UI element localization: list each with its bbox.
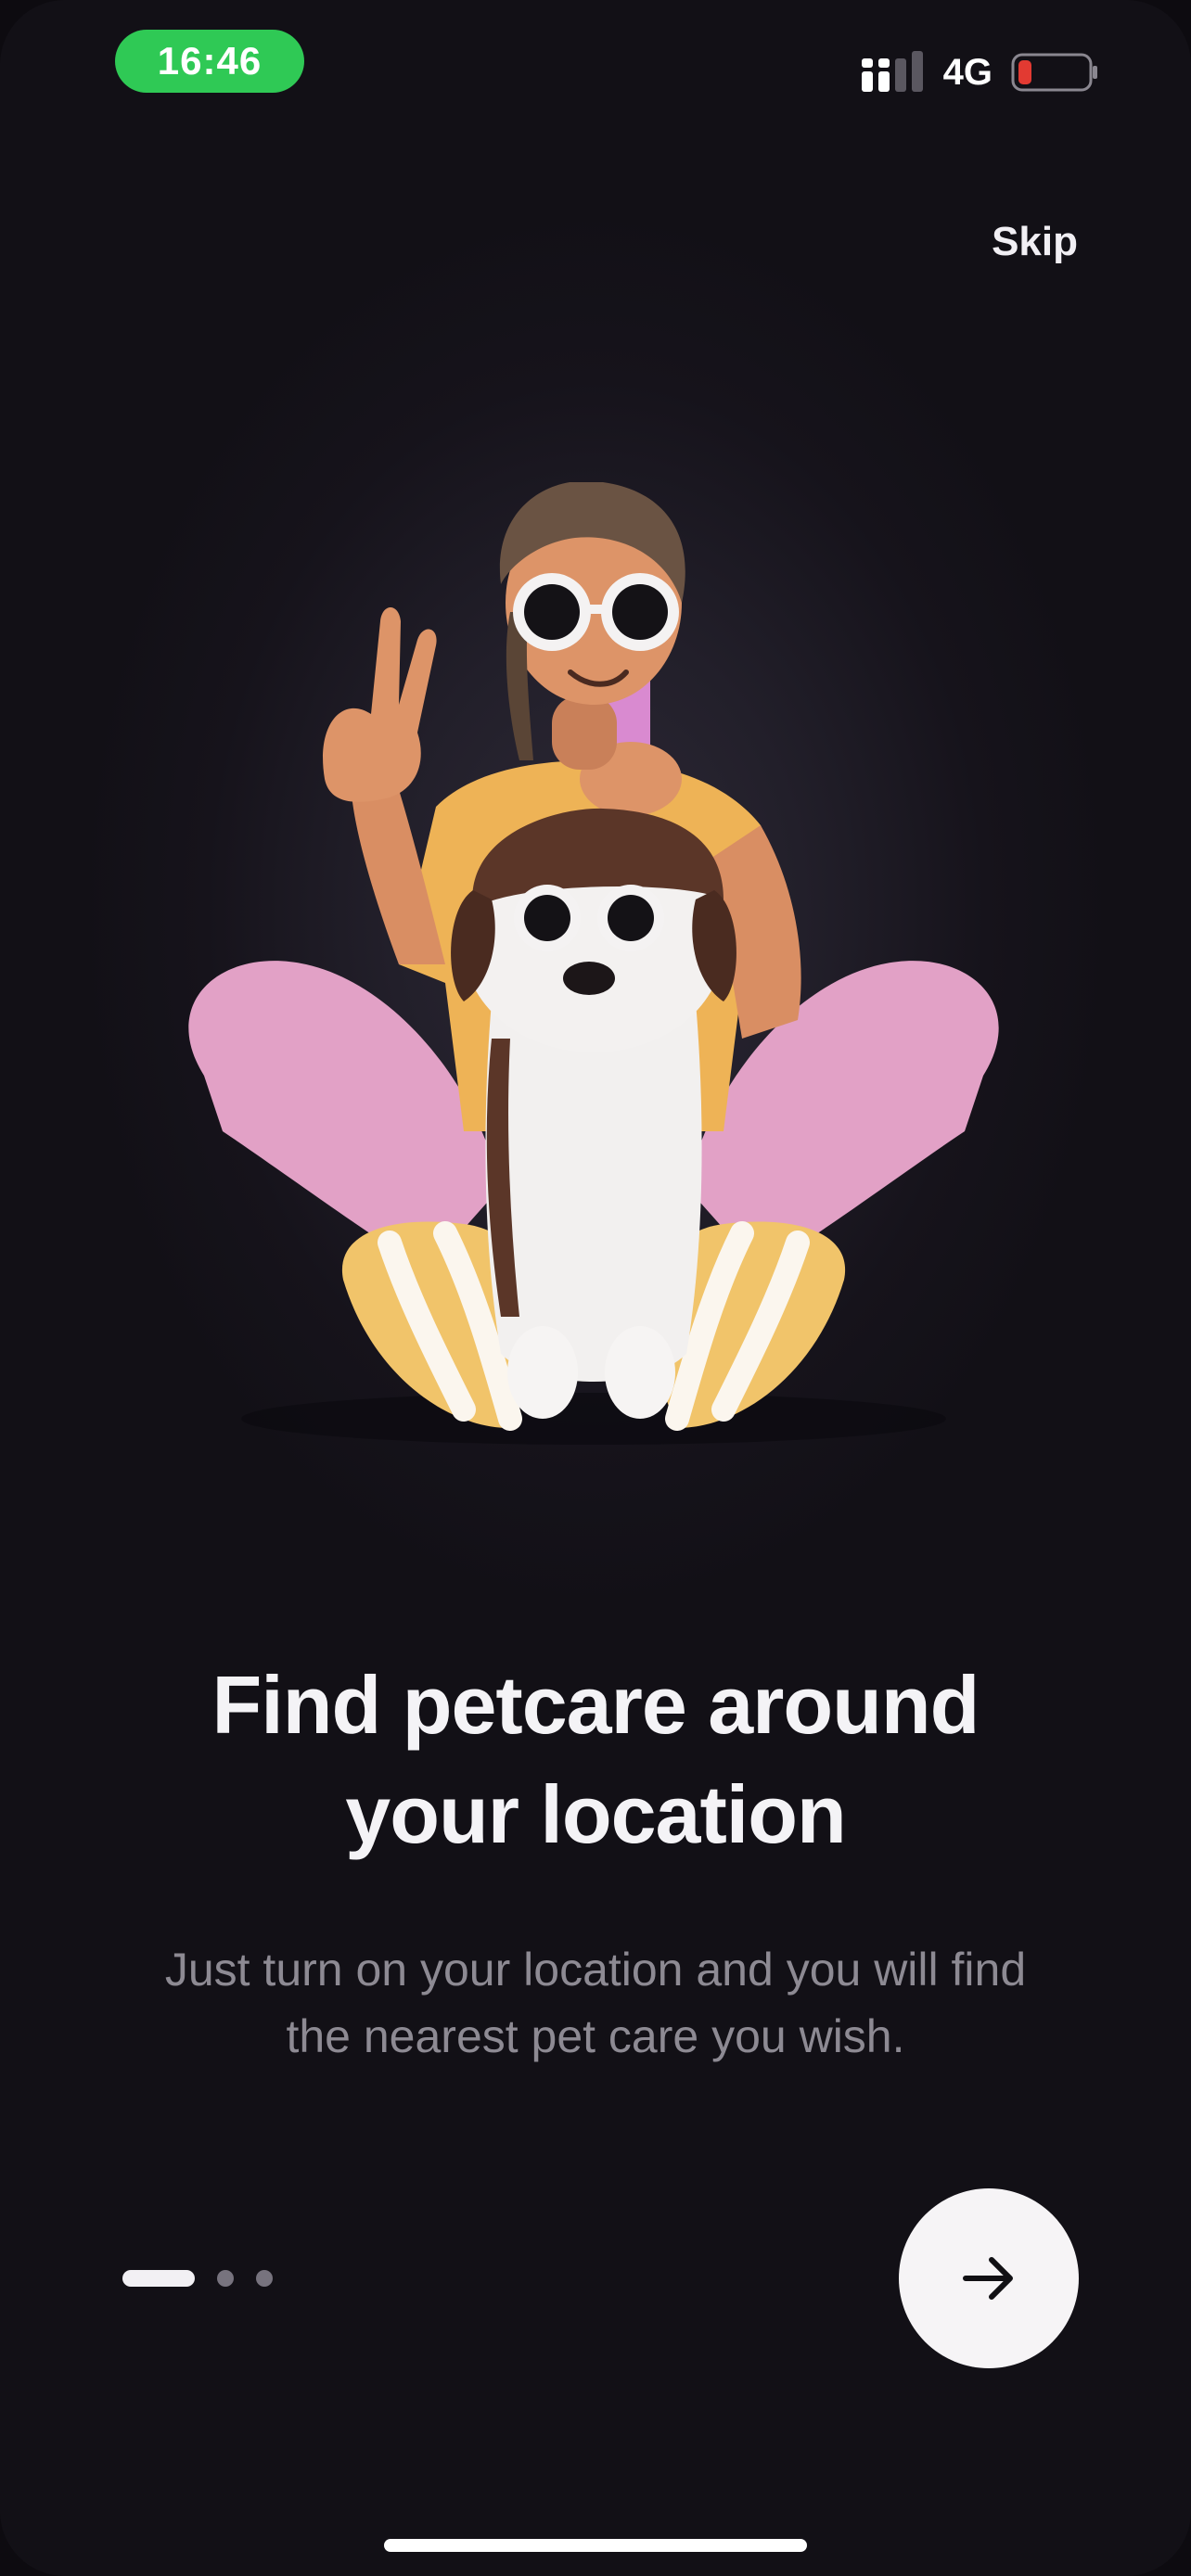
skip-label: Skip [992, 219, 1078, 264]
home-indicator[interactable] [384, 2539, 807, 2552]
floor-shadow [241, 1393, 946, 1445]
signal-icon [861, 51, 923, 92]
status-time: 16:46 [115, 30, 304, 93]
arrow-right-icon [963, 2257, 1013, 2300]
page-dot-2[interactable] [217, 2270, 234, 2287]
subtitle-line-2: the nearest pet care you wish. [286, 2010, 905, 2062]
status-indicators: 4G [860, 46, 1100, 98]
network-type: 4G [942, 51, 992, 93]
next-button[interactable] [899, 2188, 1079, 2368]
peace-hand [323, 607, 437, 802]
onboarding-subtitle: Just turn on your location and you will … [111, 1936, 1080, 2070]
status-time-label: 16:46 [157, 39, 263, 83]
page-indicator [122, 2270, 273, 2287]
title-line-1: Find petcare around [211, 1659, 980, 1751]
title-line-2: your location [345, 1768, 847, 1860]
onboarding-screen: 16:46 4G Skip Find petcare around your l… [0, 0, 1191, 2576]
person-with-dog-illustration [188, 482, 999, 1445]
onboarding-title: Find petcare around your location [93, 1651, 1098, 1869]
page-dot-1[interactable] [122, 2270, 195, 2287]
page-dot-3[interactable] [256, 2270, 273, 2287]
subtitle-line-1: Just turn on your location and you will … [164, 1944, 1027, 1996]
battery-icon [1011, 53, 1097, 92]
skip-button[interactable]: Skip [992, 219, 1078, 265]
dog-body [485, 1001, 702, 1382]
dog-nose [563, 962, 615, 995]
